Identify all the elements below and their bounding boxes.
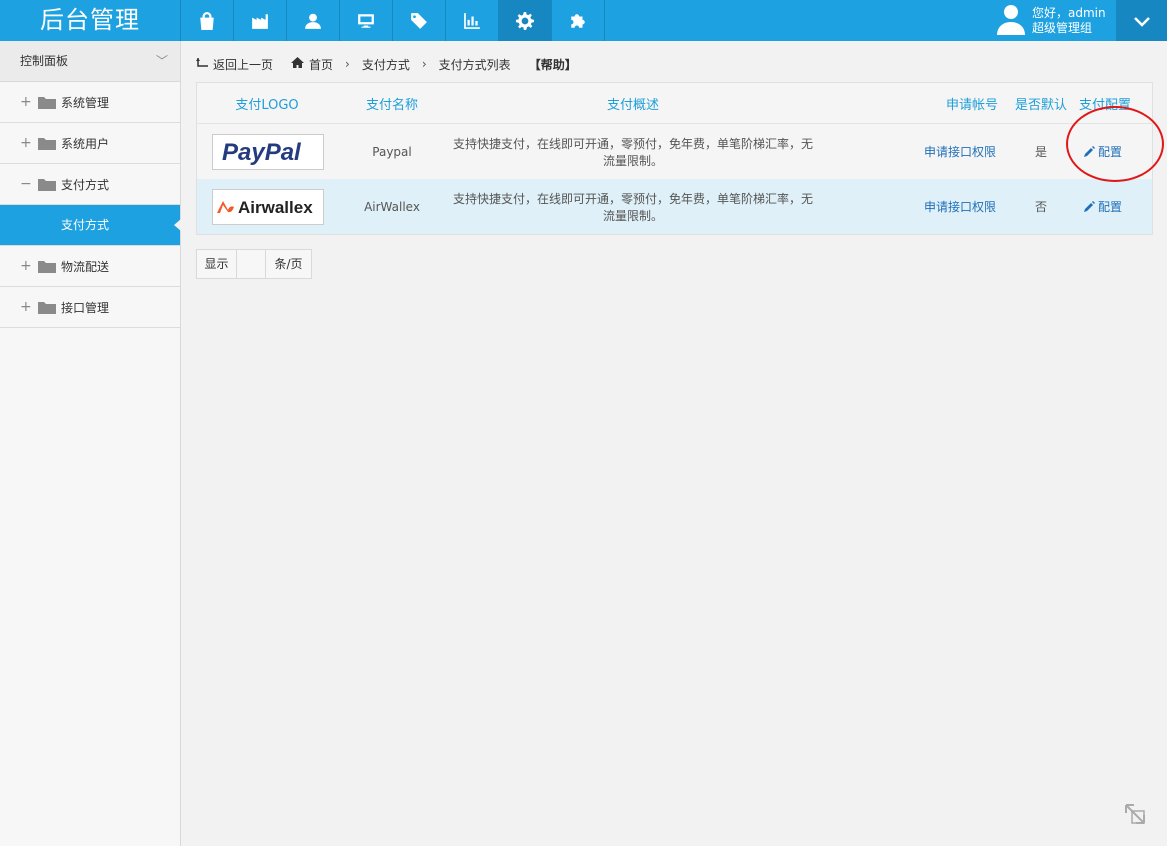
- folder-icon: [38, 178, 56, 191]
- gear-icon[interactable]: [498, 0, 551, 41]
- payment-name: AirWallex: [337, 179, 447, 234]
- folder-icon: [38, 260, 56, 273]
- folder-icon: [38, 301, 56, 314]
- breadcrumb-level1[interactable]: 支付方式: [362, 56, 410, 73]
- page-size-control: 显示 条/页: [196, 249, 312, 279]
- folder-icon: [38, 96, 56, 109]
- user-greeting: 您好，admin: [1032, 5, 1106, 20]
- expand-icon: +: [20, 258, 32, 274]
- page-size-input[interactable]: [237, 250, 266, 278]
- factory-icon[interactable]: [233, 0, 286, 41]
- payment-name: Paypal: [337, 123, 447, 179]
- table-header-row: 支付LOGO 支付名称 支付概述 申请帐号 是否默认 支付配置: [197, 83, 1152, 124]
- resize-icon[interactable]: [1124, 803, 1146, 825]
- sidebar: 控制面板 ﹀ + 系统管理 + 系统用户 − 支付方式 支付方式 + 物流配送 …: [0, 41, 181, 846]
- chevron-right-icon: ›: [421, 57, 427, 71]
- top-bar: 后台管理 您好，admin 超级管理组: [0, 0, 1167, 41]
- default-status: 否: [1004, 179, 1078, 234]
- breadcrumb-level2: 支付方式列表: [438, 57, 511, 72]
- payment-description: 支持快捷支付，在线即可开通，零预付，免年费，单笔阶梯汇率，无流量限制。: [447, 179, 819, 234]
- config-label: 配置: [1098, 200, 1123, 214]
- payment-description: 支持快捷支付，在线即可开通，零预付，免年费，单笔阶梯汇率，无流量限制。: [447, 123, 819, 179]
- bar-chart-icon[interactable]: [445, 0, 498, 41]
- user-role: 超级管理组: [1032, 20, 1093, 35]
- brand-title: 后台管理: [40, 6, 140, 34]
- avatar-icon: [996, 3, 1026, 38]
- chevron-right-icon: ›: [345, 57, 350, 71]
- column-header: 是否默认: [1004, 83, 1078, 124]
- chevron-down-icon: [1133, 16, 1150, 27]
- pager-unit-label: 条/页: [274, 257, 303, 271]
- sidebar-item-label: 接口管理: [61, 300, 110, 315]
- breadcrumb-home[interactable]: 首页: [309, 56, 333, 73]
- sidebar-header-label: 控制面板: [20, 54, 69, 68]
- sidebar-item-system-users[interactable]: + 系统用户: [0, 123, 180, 164]
- airwallex-logo: Airwallex: [212, 188, 324, 225]
- sidebar-subitem-payment-methods[interactable]: 支付方式: [0, 205, 181, 246]
- user-info[interactable]: 您好，admin 超级管理组: [996, 0, 1106, 41]
- tag-icon[interactable]: [392, 0, 445, 41]
- svg-text:PayPal: PayPal: [222, 139, 302, 166]
- bag-icon[interactable]: [180, 0, 233, 41]
- highlight-circle: [1066, 106, 1164, 182]
- breadcrumb: 返回上一页 首页 › 支付方式 › 支付方式列表 【帮助】: [196, 56, 577, 72]
- sidebar-item-logistics[interactable]: + 物流配送: [0, 246, 180, 287]
- config-button[interactable]: 配置: [1084, 198, 1122, 215]
- sidebar-item-label: 系统管理: [61, 95, 110, 110]
- chevron-down-icon: ﹀: [155, 54, 168, 68]
- expand-icon: +: [20, 94, 32, 110]
- column-header: 支付名称: [337, 83, 447, 124]
- user-menu-button[interactable]: [1116, 0, 1167, 41]
- top-nav: [180, 0, 605, 41]
- pager-show-label: 显示: [197, 250, 237, 278]
- sidebar-header[interactable]: 控制面板 ﹀: [0, 41, 180, 82]
- home-icon: [291, 57, 305, 71]
- help-link[interactable]: 【帮助】: [529, 56, 577, 73]
- svg-text:Airwallex: Airwallex: [238, 198, 313, 217]
- pencil-icon: [1084, 201, 1095, 212]
- table-row: Airwallex AirWallex 支持快捷支付，在线即可开通，零预付，免年…: [197, 179, 1152, 234]
- folder-icon: [38, 137, 56, 150]
- monitor-icon[interactable]: [339, 0, 392, 41]
- column-header: 申请帐号: [819, 83, 1004, 124]
- puzzle-icon[interactable]: [551, 0, 605, 41]
- table-row: PayPal Paypal 支持快捷支付，在线即可开通，零预付，免年费，单笔阶梯…: [197, 123, 1152, 179]
- expand-icon: +: [20, 299, 32, 315]
- sidebar-item-payment-methods[interactable]: − 支付方式: [0, 164, 180, 205]
- sidebar-item-label: 系统用户: [61, 136, 110, 151]
- collapse-icon: −: [20, 176, 32, 192]
- sidebar-item-api-management[interactable]: + 接口管理: [0, 287, 180, 328]
- sidebar-item-label: 支付方式: [61, 177, 110, 192]
- apply-link[interactable]: 申请接口权限: [924, 145, 996, 159]
- back-arrow-icon: [196, 57, 208, 71]
- expand-icon: +: [20, 135, 32, 151]
- user-icon[interactable]: [286, 0, 339, 41]
- sidebar-item-label: 物流配送: [61, 259, 110, 274]
- column-header: 支付概述: [447, 83, 819, 124]
- payment-table: 支付LOGO 支付名称 支付概述 申请帐号 是否默认 支付配置 PayPal P…: [196, 82, 1153, 235]
- back-link[interactable]: 返回上一页: [213, 56, 273, 73]
- paypal-logo: PayPal: [212, 133, 324, 170]
- sidebar-item-system-management[interactable]: + 系统管理: [0, 82, 180, 123]
- apply-link[interactable]: 申请接口权限: [924, 200, 996, 214]
- column-header: 支付LOGO: [197, 83, 337, 124]
